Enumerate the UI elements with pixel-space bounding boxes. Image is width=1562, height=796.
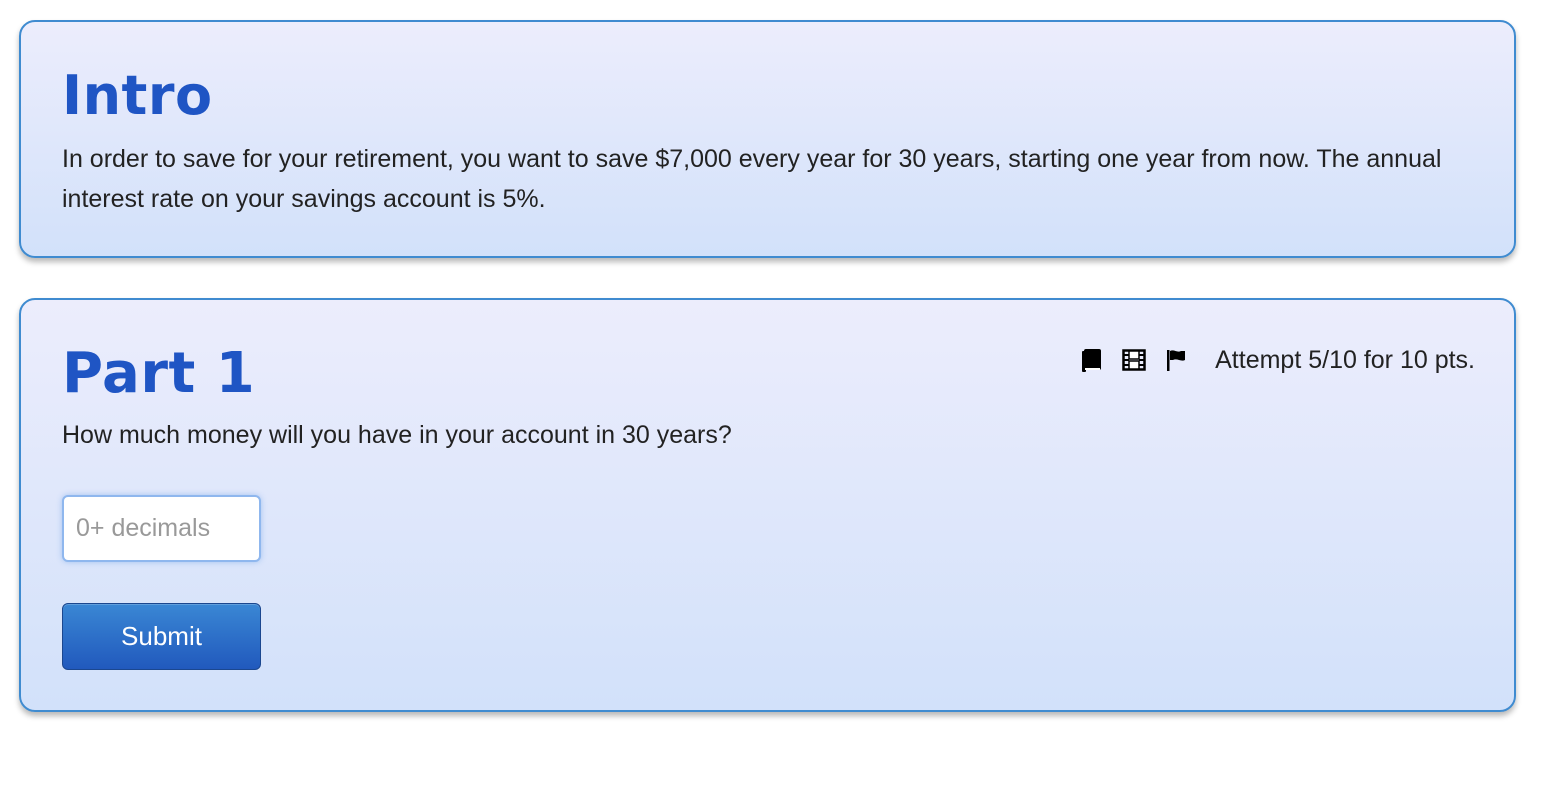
intro-text: In order to save for your retirement, yo… [62,145,1442,213]
intro-panel: Intro In order to save for your retireme… [19,20,1516,258]
intro-title: Intro [62,64,213,127]
submit-button[interactable]: Submit [62,603,261,670]
attempt-counter: Attempt 5/10 for 10 pts. [1215,345,1475,374]
answer-input[interactable] [62,495,261,562]
part-toolbar: Attempt 5/10 for 10 pts. [1079,342,1475,378]
book-icon[interactable] [1079,347,1105,373]
question-text: How much money will you have in your acc… [62,421,732,449]
part1-title: Part 1 [62,341,256,406]
film-icon[interactable] [1121,347,1147,373]
flag-icon[interactable] [1163,347,1189,373]
part1-panel: Part 1 Attempt 5/10 for 10 pts. How much… [19,298,1516,712]
